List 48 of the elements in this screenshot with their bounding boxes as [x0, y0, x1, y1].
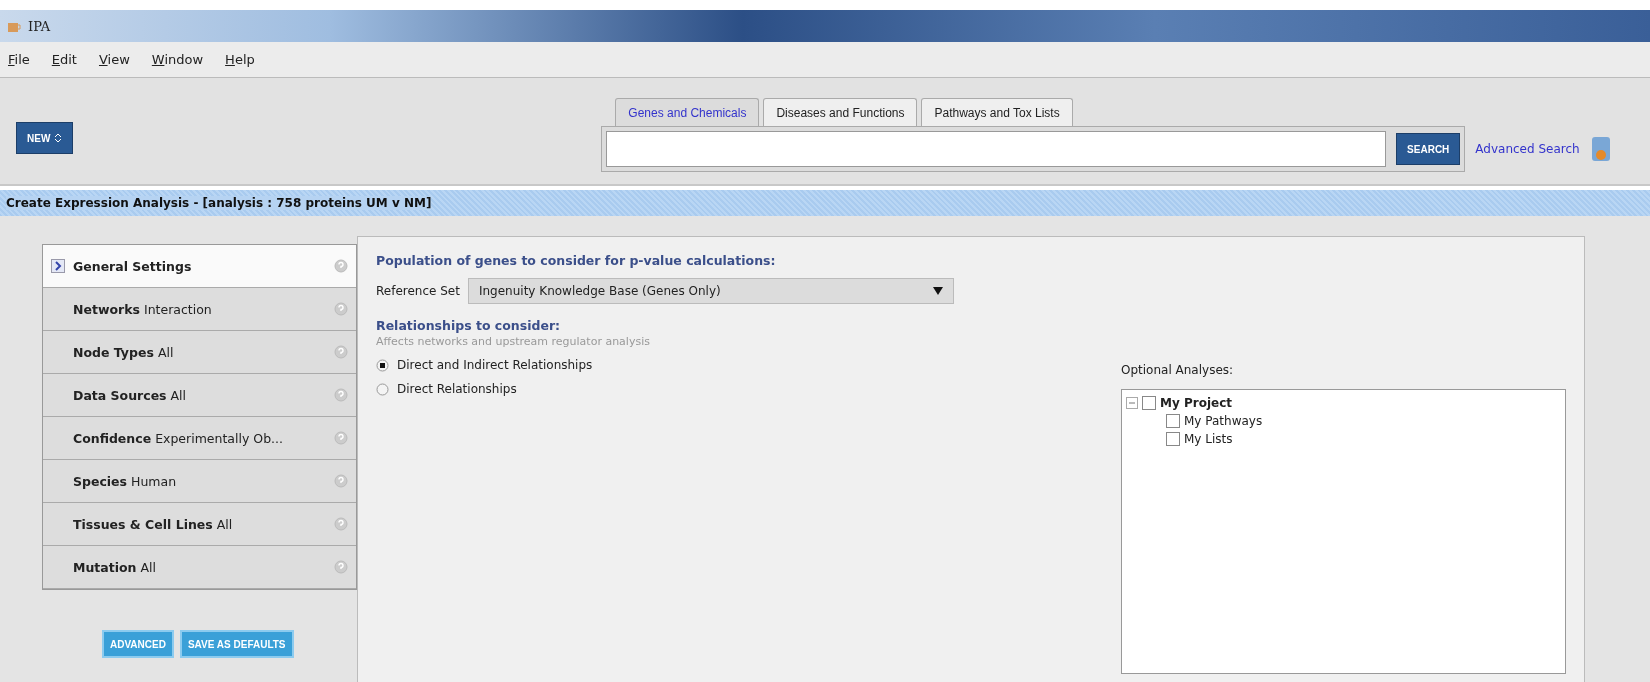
- setting-label: General Settings: [73, 258, 193, 274]
- settings-item[interactable]: Tissues & Cell Lines All: [43, 503, 356, 546]
- setting-label: Mutation All: [73, 559, 157, 575]
- double-caret-icon: [54, 133, 63, 143]
- tree-item[interactable]: My Pathways: [1184, 414, 1263, 428]
- setting-label: Species Human: [73, 473, 178, 489]
- setting-label: Confidence Experimentally Ob...: [73, 430, 285, 446]
- panel-title: Create Expression Analysis - [analysis : 758 proteins UM v NM]: [6, 196, 432, 210]
- settings-item[interactable]: Networks Interaction: [43, 288, 356, 331]
- settings-item[interactable]: Mutation All: [43, 546, 356, 589]
- checkbox[interactable]: [1166, 432, 1180, 446]
- advanced-search-link[interactable]: Advanced Search: [1475, 142, 1580, 156]
- search-button[interactable]: SEARCH: [1396, 133, 1461, 165]
- section-heading: Relationships to consider:: [376, 318, 562, 333]
- setting-label: Networks Interaction: [73, 301, 213, 317]
- search-field[interactable]: [606, 131, 1387, 167]
- tree-item[interactable]: My Lists: [1184, 432, 1233, 446]
- chevron-icon: [51, 259, 65, 273]
- window-title: IPA: [28, 18, 51, 34]
- settings-item[interactable]: Node Types All: [43, 331, 356, 374]
- menu-item[interactable]: Edit: [51, 52, 77, 67]
- field-label: Reference Set: [376, 284, 460, 298]
- settings-item[interactable]: Species Human: [43, 460, 356, 503]
- settings-item[interactable]: Confidence Experimentally Ob...: [43, 417, 356, 460]
- menu-item[interactable]: Help: [225, 52, 255, 67]
- collapse-icon[interactable]: [1126, 397, 1138, 409]
- checkbox[interactable]: [1166, 414, 1180, 428]
- setting-label: Node Types All: [73, 344, 175, 360]
- section-heading: Population of genes to consider for p-value calculations:: [376, 253, 777, 268]
- radio-option[interactable]: Direct Relationships: [376, 382, 1121, 396]
- setting-label: Tissues & Cell Lines All: [73, 516, 234, 532]
- search-tab[interactable]: Pathways and Tox Lists: [921, 98, 1073, 126]
- settings-item[interactable]: General Settings: [43, 245, 356, 288]
- radio-option[interactable]: Direct and Indirect Relationships: [376, 358, 1121, 372]
- setting-label: Data Sources All: [73, 387, 188, 403]
- optional-analyses-label: Optional Analyses:: [1121, 363, 1235, 377]
- new-button[interactable]: NEW: [16, 122, 74, 154]
- checkbox[interactable]: [1142, 396, 1156, 410]
- reference-set-dropdown[interactable]: Ingenuity Knowledge Base (Genes Only): [467, 278, 954, 304]
- menu-item[interactable]: View: [98, 52, 130, 67]
- menu-item[interactable]: Window: [151, 52, 204, 67]
- hint-text: Affects networks and upstream regulator analysis: [376, 335, 651, 348]
- settings-item[interactable]: Data Sources All: [43, 374, 356, 417]
- tree-item[interactable]: My Project: [1160, 396, 1232, 410]
- search-tab[interactable]: Diseases and Functions: [763, 98, 918, 126]
- caret-icon: [932, 287, 943, 295]
- menu-item[interactable]: File: [8, 52, 30, 67]
- search-tab[interactable]: Genes and Chemicals: [615, 98, 760, 126]
